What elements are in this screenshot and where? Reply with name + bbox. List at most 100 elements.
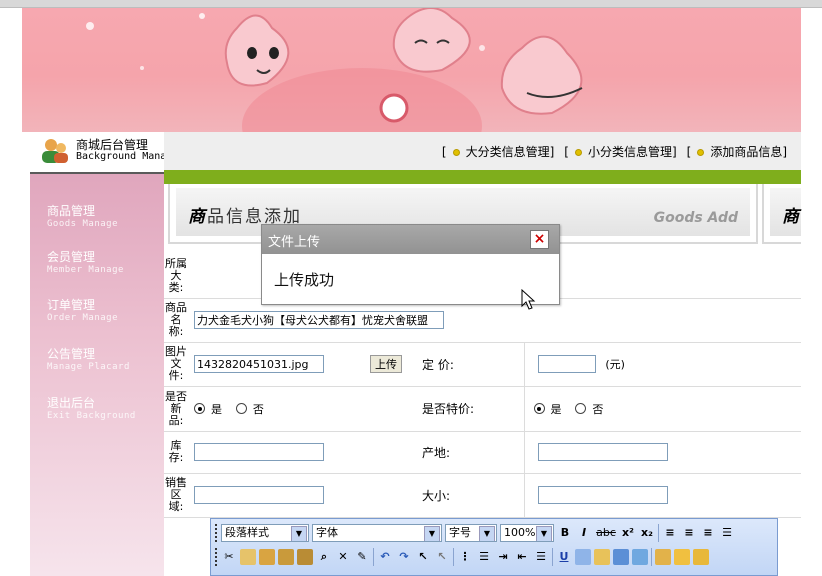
subscript-button[interactable]: x₂ bbox=[639, 524, 655, 542]
region-label: 销售区域: bbox=[164, 473, 188, 518]
admin-users-icon bbox=[42, 139, 68, 163]
insert-hr-icon[interactable] bbox=[655, 549, 671, 565]
right-margin bbox=[801, 8, 822, 576]
dialog-message: 上传成功 bbox=[274, 271, 335, 289]
highlight-icon[interactable] bbox=[594, 549, 610, 565]
align-right-icon[interactable]: ≡ bbox=[700, 524, 716, 542]
align-justify-icon[interactable]: ☰ bbox=[719, 524, 735, 542]
name-label: 商品名称: bbox=[164, 298, 188, 343]
form-row-new: 是否新品: 是 否 是否特价: 是 否 bbox=[164, 386, 801, 432]
toolbar-grip[interactable] bbox=[215, 524, 218, 542]
align-center-icon[interactable]: ≡ bbox=[681, 524, 697, 542]
bullet-icon bbox=[574, 148, 582, 156]
category-label: 所属大类: bbox=[164, 254, 188, 299]
sidebar: 商品管理 Goods Manage 会员管理 Member Manage 订单管… bbox=[30, 174, 164, 576]
outdent-icon[interactable]: ⇤ bbox=[514, 548, 530, 566]
new-no-radio[interactable] bbox=[235, 403, 247, 414]
content-top-bar bbox=[164, 170, 801, 184]
cut-icon[interactable]: ✂ bbox=[221, 548, 237, 566]
origin-label: 产地: bbox=[412, 431, 525, 474]
form-row-region: 销售区域: 大小: bbox=[164, 473, 801, 518]
price-label: 定 价: bbox=[412, 342, 525, 387]
insert-layer-icon[interactable] bbox=[674, 549, 690, 565]
zoom-select[interactable]: 100% bbox=[500, 524, 554, 542]
select-icon[interactable]: ↖ bbox=[415, 548, 431, 566]
strikethrough-button[interactable]: abc bbox=[595, 524, 617, 542]
bullet-icon bbox=[697, 148, 705, 156]
goods-name-input[interactable] bbox=[194, 311, 444, 329]
sidebar-item-members[interactable]: 会员管理 Member Manage bbox=[47, 248, 124, 275]
price-input[interactable] bbox=[537, 355, 596, 373]
size-input[interactable] bbox=[537, 486, 668, 504]
stock-input[interactable] bbox=[194, 443, 324, 461]
ordered-list-icon[interactable]: ⋮ bbox=[457, 548, 473, 566]
toolbar-row-1: 段落样式 字体 字号 100% B I abc x² x₂ ≡ ≡ ≡ ☰ bbox=[215, 522, 735, 544]
stock-label: 库存: bbox=[164, 431, 188, 474]
browser-top-edge bbox=[0, 0, 822, 8]
paste-word-icon[interactable] bbox=[297, 549, 313, 565]
toolbar-grip[interactable] bbox=[215, 548, 218, 566]
origin-input[interactable] bbox=[537, 443, 668, 461]
paste-icon[interactable] bbox=[259, 549, 275, 565]
italic-button[interactable]: I bbox=[576, 524, 592, 542]
paste-text-icon[interactable] bbox=[278, 549, 294, 565]
header-banner bbox=[22, 8, 801, 132]
redo-icon[interactable]: ↷ bbox=[396, 548, 412, 566]
image-label: 图片文件: bbox=[164, 342, 188, 387]
find-icon[interactable]: ⌕ bbox=[316, 548, 332, 566]
superscript-button[interactable]: x² bbox=[620, 524, 636, 542]
nav-link-subcategory[interactable]: [小分类信息管理] bbox=[564, 143, 676, 160]
sidebar-item-orders[interactable]: 订单管理 Order Manage bbox=[47, 296, 118, 323]
special-no-radio[interactable] bbox=[575, 403, 587, 414]
insert-box-icon[interactable] bbox=[693, 549, 709, 565]
bold-button[interactable]: B bbox=[557, 524, 573, 542]
upload-button[interactable]: 上传 bbox=[370, 355, 402, 373]
dialog-title: 文件上传 bbox=[268, 235, 321, 250]
special-yes-radio[interactable] bbox=[533, 403, 545, 414]
close-icon[interactable]: × bbox=[530, 230, 549, 249]
region-input[interactable] bbox=[194, 486, 324, 504]
font-size-select[interactable]: 字号 bbox=[445, 524, 497, 542]
special-label: 是否特价: bbox=[412, 386, 525, 432]
sidebar-item-exit[interactable]: 退出后台 Exit Background bbox=[47, 394, 136, 421]
delete-icon[interactable]: ✕ bbox=[335, 548, 351, 566]
background-color-icon[interactable] bbox=[613, 549, 629, 565]
align-left-icon[interactable]: ≡ bbox=[662, 524, 678, 542]
sidebar-item-placard[interactable]: 公告管理 Manage Placard bbox=[47, 345, 130, 372]
copy-icon[interactable] bbox=[240, 549, 256, 565]
dialog-header: 文件上传 × bbox=[262, 225, 559, 254]
insert-image-icon[interactable] bbox=[632, 549, 648, 565]
font-color-icon[interactable] bbox=[575, 549, 591, 565]
image-file-input[interactable] bbox=[194, 355, 324, 373]
font-select[interactable]: 字体 bbox=[312, 524, 442, 542]
nav-link-category[interactable]: [大分类信息管理] bbox=[442, 143, 554, 160]
unordered-list-icon[interactable]: ☰ bbox=[476, 548, 492, 566]
logo-subtitle: Background Manage bbox=[76, 151, 164, 162]
form-row-stock: 库存: 产地: bbox=[164, 431, 801, 474]
underline-button[interactable]: U bbox=[556, 548, 572, 566]
second-panel-header: 商 bbox=[762, 184, 801, 244]
size-label: 大小: bbox=[412, 473, 525, 518]
select-all-icon[interactable]: ↖ bbox=[434, 548, 450, 566]
bullet-icon bbox=[452, 148, 460, 156]
nav-link-add-goods[interactable]: [添加商品信息] bbox=[687, 143, 787, 160]
indent-icon[interactable]: ⇥ bbox=[495, 548, 511, 566]
new-label: 是否新品: bbox=[164, 386, 188, 432]
page-title-en: Goods Add bbox=[653, 210, 738, 226]
price-unit: (元) bbox=[605, 357, 625, 371]
logo-area: 商城后台管理 Background Manage bbox=[30, 132, 164, 174]
upload-dialog: 文件上传 × 上传成功 bbox=[261, 224, 560, 305]
paragraph-style-select[interactable]: 段落样式 bbox=[221, 524, 309, 542]
line-height-icon[interactable]: ☰ bbox=[533, 548, 549, 566]
toolbar-row-2: ✂ ⌕ ✕ ✎ ↶ ↷ ↖ ↖ ⋮ ☰ ⇥ ⇤ ☰ U bbox=[215, 546, 709, 568]
second-panel-title: 商 bbox=[782, 207, 799, 227]
sidebar-item-goods[interactable]: 商品管理 Goods Manage bbox=[47, 202, 118, 229]
remove-format-icon[interactable]: ✎ bbox=[354, 548, 370, 566]
left-margin bbox=[0, 8, 22, 576]
rich-text-editor-toolbar: 段落样式 字体 字号 100% B I abc x² x₂ ≡ ≡ ≡ ☰ ✂ … bbox=[210, 518, 778, 576]
form-row-image: 图片文件: 上传 定 价: (元) bbox=[164, 342, 801, 387]
undo-icon[interactable]: ↶ bbox=[377, 548, 393, 566]
mouse-cursor-icon bbox=[521, 289, 536, 310]
new-yes-radio[interactable] bbox=[194, 403, 205, 414]
top-nav: [大分类信息管理] [小分类信息管理] [添加商品信息] bbox=[164, 132, 801, 170]
